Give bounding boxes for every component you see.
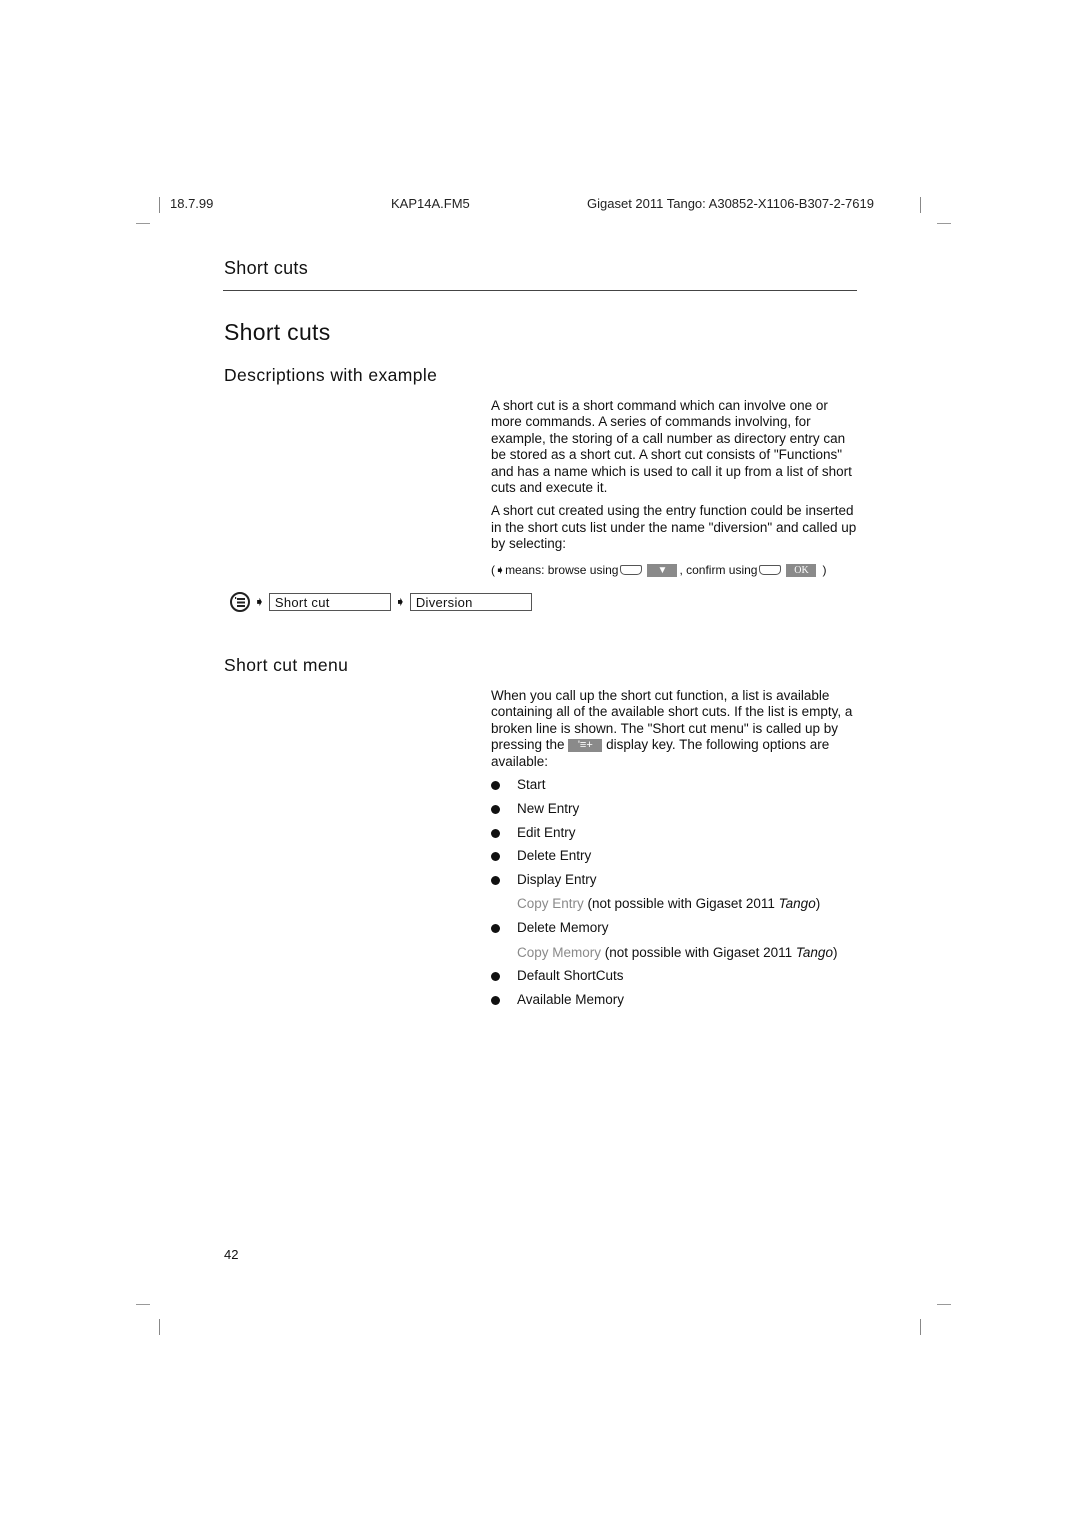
section-title: Short cuts (224, 319, 331, 345)
menu-description: When you call up the short cut function,… (491, 688, 859, 770)
description-para-2: A short cut created using the entry func… (491, 503, 857, 552)
subsection-title-descriptions: Descriptions with example (224, 365, 438, 385)
running-title: Short cuts (224, 258, 309, 278)
browse-down-key-icon: ▼ (647, 563, 678, 577)
description-para-1: A short cut is a short command which can… (491, 398, 852, 496)
legend-confirm-text: , confirm using (679, 563, 758, 577)
header-product: Gigaset 2011 Tango: A30852-X1106-B307-2-… (587, 196, 874, 211)
crop-mark (159, 197, 160, 213)
ok-key-icon: OK (786, 563, 817, 577)
legend-paren-close: ) (822, 563, 827, 577)
arrow-icon: ➧ (495, 563, 506, 577)
arrow-icon: ➧ (394, 594, 406, 609)
bullet-icon (491, 781, 500, 790)
header-date: 18.7.99 (170, 196, 214, 211)
header-file: KAP14A.FM5 (391, 196, 470, 211)
subsection-title-menu: Short cut menu (224, 655, 349, 675)
crop-mark (937, 223, 951, 224)
description-text: A short cut is a short command which can… (491, 398, 859, 553)
page-number: 42 (224, 1247, 239, 1262)
bullet-icon (491, 805, 500, 814)
menu-key-icon (230, 592, 250, 612)
menu-plus-key-icon: '≡+ (568, 739, 603, 753)
bullet-icon (491, 829, 500, 838)
bullet-icon (491, 924, 500, 933)
bullet-icon (491, 996, 500, 1005)
navigation-legend: ( ➧ means: browse using ▼ , confirm usin… (491, 563, 826, 577)
legend-means-text: means: browse using (505, 563, 619, 577)
softkey-outline-icon (759, 565, 782, 575)
crop-mark (136, 223, 150, 224)
crop-mark (920, 197, 921, 213)
path-step-diversion: Diversion (409, 593, 532, 611)
arrow-icon: ➧ (254, 594, 265, 609)
header-rule (223, 290, 857, 291)
crop-mark (159, 1319, 160, 1335)
bullet-icon (491, 972, 500, 981)
menu-path: ➧ Short cut ➧ Diversion (230, 592, 532, 612)
bullet-icon (491, 852, 500, 861)
softkey-outline-icon (620, 565, 643, 575)
crop-mark (920, 1319, 921, 1335)
bullet-icon (491, 876, 500, 885)
crop-mark (136, 1304, 150, 1305)
path-step-short-cut: Short cut (268, 593, 391, 611)
crop-mark (937, 1304, 951, 1305)
